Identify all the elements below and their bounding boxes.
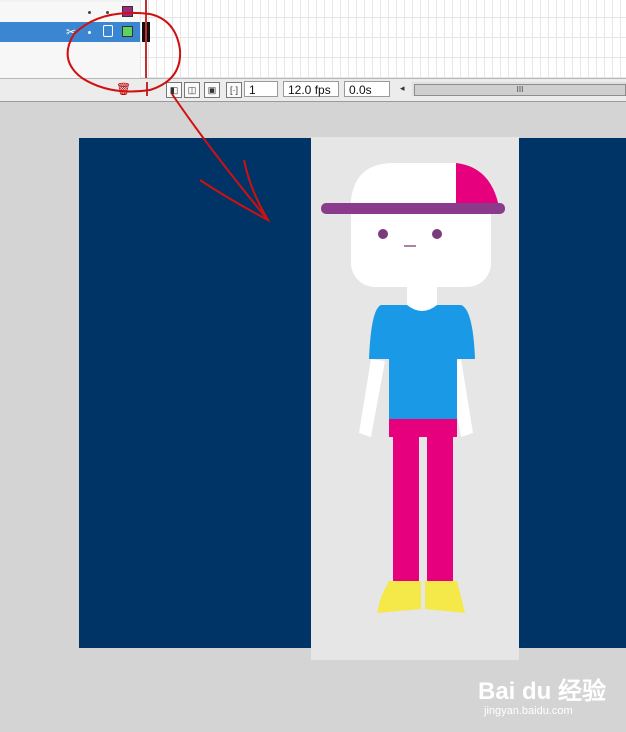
- left-leg: [393, 433, 419, 583]
- visibility-dot-icon[interactable]: [88, 11, 91, 14]
- left-arm: [359, 359, 385, 437]
- cap-brim: [321, 203, 505, 214]
- visibility-dot-icon[interactable]: [88, 31, 91, 34]
- frames-grid[interactable]: [140, 0, 626, 78]
- onion-skin-outlines-icon[interactable]: ◫: [184, 82, 200, 98]
- watermark-url: jingyan.baidu.com: [484, 705, 573, 717]
- lock-icon[interactable]: [103, 25, 113, 37]
- left-shoe: [377, 581, 421, 613]
- character-panel[interactable]: [311, 137, 519, 660]
- horizontal-scrollbar[interactable]: ◂ III: [398, 82, 626, 96]
- baidu-watermark: Bai du 经验 jingyan.baidu.com: [478, 671, 618, 721]
- playhead[interactable]: [145, 0, 147, 78]
- right-shoe: [425, 581, 465, 613]
- frame-rate-field[interactable]: 12.0 fps: [283, 81, 339, 97]
- scroll-left-arrow-icon[interactable]: ◂: [400, 83, 405, 94]
- right-leg: [427, 433, 453, 583]
- layer-color-swatch-icon[interactable]: [122, 6, 133, 17]
- edit-multiple-frames-icon[interactable]: ▣: [204, 82, 220, 98]
- right-eye: [432, 229, 442, 239]
- timeline-controls: 🗑 ◧ ◫ ▣ [·] 1 12.0 fps 0.0s ◂ III: [0, 78, 626, 102]
- onion-skin-icon[interactable]: ◧: [166, 82, 182, 98]
- cap-front: [351, 163, 456, 207]
- modify-onion-markers-icon[interactable]: [·]: [226, 82, 242, 98]
- scissors-icon: ✂: [66, 25, 77, 39]
- watermark-brand: Bai du 经验: [478, 678, 607, 705]
- trash-icon[interactable]: 🗑: [116, 82, 131, 96]
- lock-dot-icon[interactable]: [106, 11, 109, 14]
- scroll-thumb[interactable]: III: [414, 84, 626, 96]
- neck: [407, 285, 437, 307]
- timeline-panel: ✂ 🗑 ◧ ◫ ▣ [·] 1 12.0 fps 0.0s ◂ III: [0, 0, 626, 102]
- layer-color-swatch-icon[interactable]: [122, 26, 133, 37]
- layer-row-selected[interactable]: ✂: [0, 22, 140, 42]
- layers-empty-area: [0, 42, 140, 78]
- layer-row[interactable]: [0, 2, 140, 22]
- left-eye: [378, 229, 388, 239]
- elapsed-time-field[interactable]: 0.0s: [344, 81, 390, 97]
- character-illustration: [321, 163, 505, 613]
- current-frame-field[interactable]: 1: [244, 81, 278, 97]
- cap-side: [456, 163, 499, 207]
- center-frame-icon[interactable]: [146, 82, 148, 96]
